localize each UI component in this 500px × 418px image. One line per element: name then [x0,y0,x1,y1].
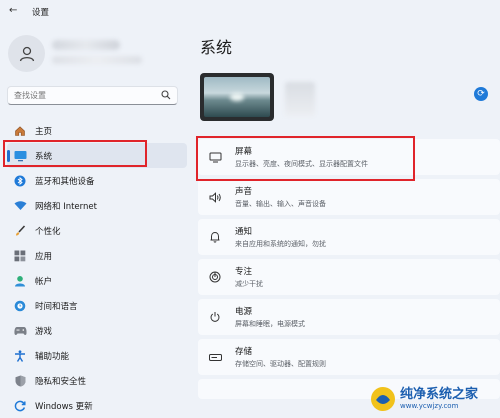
card-title: 通知 [235,227,253,237]
sidebar-item-apps[interactable]: 应用 [7,243,187,268]
power-icon [208,310,222,324]
highlight-box-display [196,136,415,181]
card-subtitle: 减少干扰 [235,280,263,288]
brush-icon [13,224,27,238]
card-title: 电源 [235,307,253,317]
apps-icon [13,249,27,263]
card-subtitle: 屏幕和睡眠，电源模式 [235,320,305,328]
search-box[interactable] [7,86,178,105]
gamepad-icon [13,324,27,338]
sidebar-item-label: 主页 [35,126,53,137]
card-title: 存储 [235,347,253,357]
device-name-blurred [285,82,315,116]
watermark-title: 纯净系统之家 [400,387,479,402]
sidebar-item-label: 帐户 [35,276,53,287]
focus-icon [208,270,222,284]
search-icon[interactable] [161,90,171,103]
storage-icon [208,350,222,364]
card-focus[interactable]: 专注 减少干扰 [198,259,500,295]
card-storage[interactable]: 存储 存储空间、驱动器、配置规则 [198,339,500,375]
speaker-icon [208,190,222,204]
sidebar-item-label: 游戏 [35,326,53,337]
card-subtitle: 音量、输出、输入、声音设备 [235,200,326,208]
avatar[interactable] [8,35,45,72]
sidebar-item-label: 蓝牙和其他设备 [35,176,95,187]
title-bar: ← 设置 [0,0,500,22]
sidebar-item-gaming[interactable]: 游戏 [7,318,187,343]
sidebar-item-accessibility[interactable]: 辅助功能 [7,343,187,368]
refresh-icon[interactable]: ⟳ [474,87,488,101]
watermark-url: www.ycwjzy.com [400,402,459,410]
user-icon [19,46,34,61]
sidebar-item-privacy[interactable]: 隐私和安全性 [7,368,187,393]
back-arrow-icon[interactable]: ← [9,5,17,16]
windows-update-icon [13,399,27,413]
watermark-logo-icon [371,387,395,411]
sidebar-item-label: Windows 更新 [35,401,93,412]
card-subtitle: 来自应用和系统的通知，勿扰 [235,240,326,248]
sidebar-item-label: 网络和 Internet [35,201,97,212]
card-title: 声音 [235,187,253,197]
sidebar-item-label: 辅助功能 [35,351,70,362]
card-title: 专注 [235,267,253,277]
sidebar-item-network[interactable]: 网络和 Internet [7,193,187,218]
sidebar-item-time-language[interactable]: 时间和语言 [7,293,187,318]
bluetooth-icon [13,174,27,188]
sidebar-item-bluetooth[interactable]: 蓝牙和其他设备 [7,168,187,193]
sidebar-item-accounts[interactable]: 帐户 [7,268,187,293]
accessibility-icon [13,349,27,363]
sidebar-item-label: 个性化 [35,226,61,237]
card-subtitle: 存储空间、驱动器、配置规则 [235,360,326,368]
sidebar-item-windows-update[interactable]: Windows 更新 [7,393,187,418]
window-title: 设置 [32,8,50,18]
device-wallpaper-thumbnail[interactable] [200,73,274,121]
highlight-box-system [3,140,147,167]
card-notifications[interactable]: 通知 来自应用和系统的通知，勿扰 [198,219,500,255]
card-power[interactable]: 电源 屏幕和睡眠，电源模式 [198,299,500,335]
home-icon [13,124,27,138]
page-title: 系统 [200,38,233,57]
search-input[interactable] [8,87,158,104]
sidebar-item-personalization[interactable]: 个性化 [7,218,187,243]
bell-icon [208,230,222,244]
sidebar-item-label: 时间和语言 [35,301,78,312]
globe-clock-icon [13,299,27,313]
shield-icon [13,374,27,388]
sidebar-item-label: 隐私和安全性 [35,376,87,387]
account-icon [13,274,27,288]
watermark: 纯净系统之家 www.ycwjzy.com [370,380,500,418]
sidebar-item-label: 应用 [35,251,53,262]
account-email-blurred [52,56,142,64]
wifi-icon [13,199,27,213]
account-name-blurred [52,40,120,50]
card-sound[interactable]: 声音 音量、输出、输入、声音设备 [198,179,500,215]
